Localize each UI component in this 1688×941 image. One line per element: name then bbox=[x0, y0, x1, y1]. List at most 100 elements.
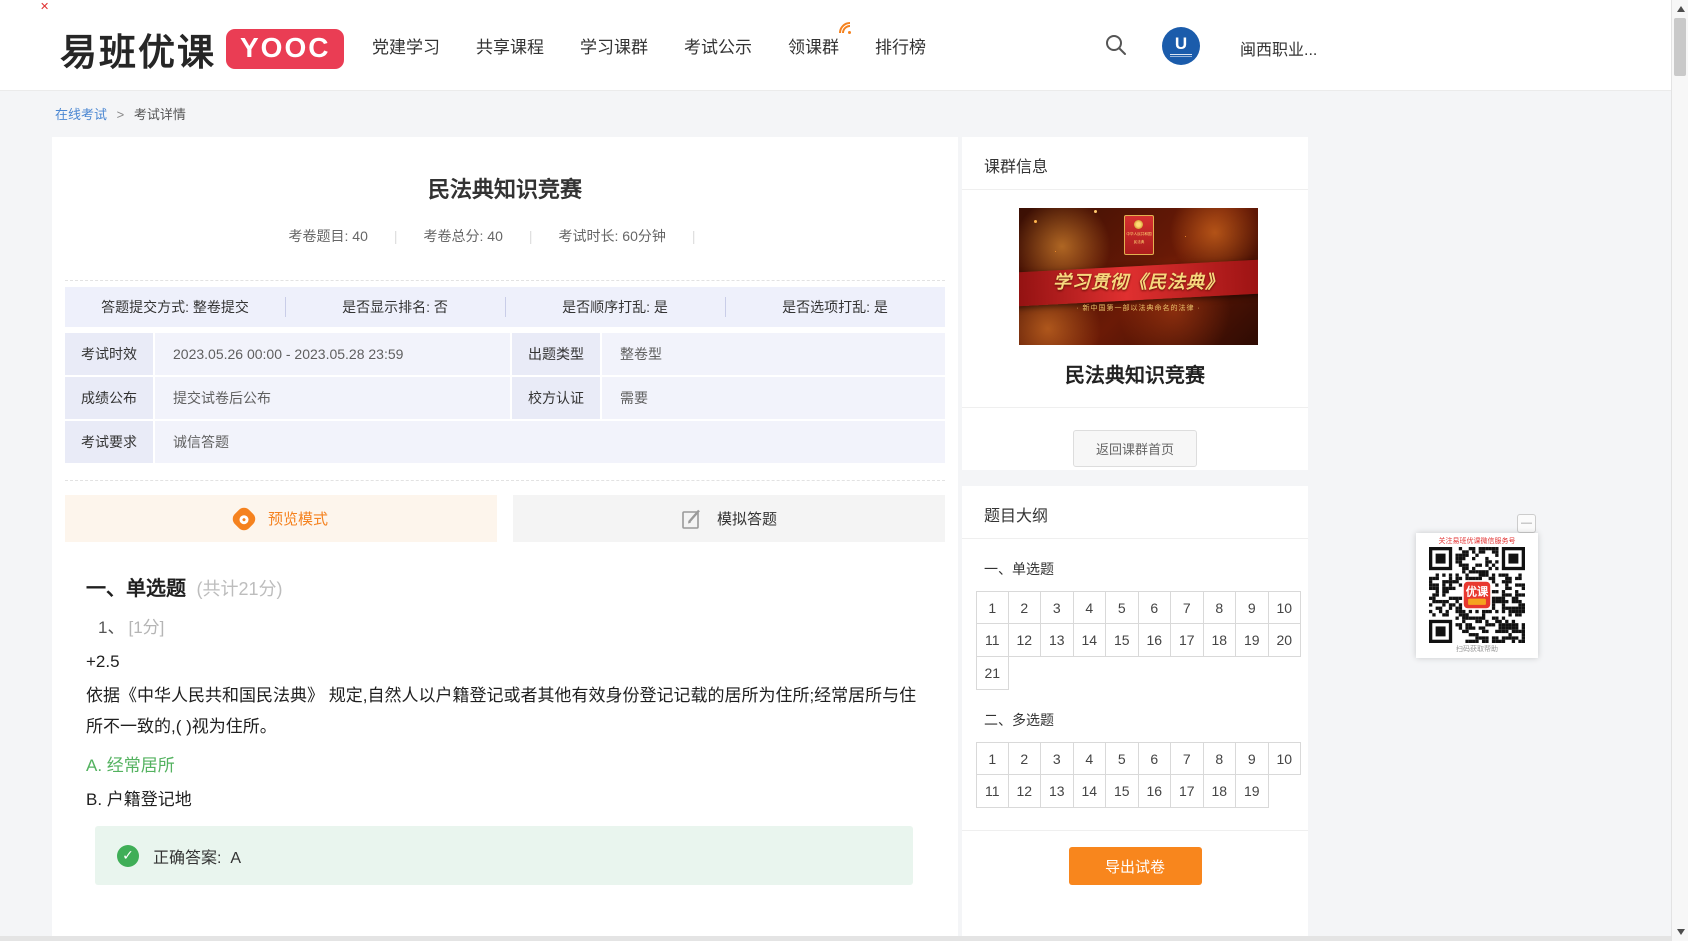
qr-minimize-button[interactable]: — bbox=[1517, 514, 1536, 533]
question-area: 一、单选题 (共计21分) 1、[1分] +2.5 依据《中华人民共和国民法典》… bbox=[52, 542, 958, 885]
question-number-cell[interactable]: 8 bbox=[1204, 591, 1237, 624]
course-cover-image[interactable]: 中华人民共和国 民法典 学习贯彻《民法典》 · 新中国第一部以法典命名的法律 · bbox=[1019, 208, 1258, 345]
exam-detail-card: 民法典知识竞赛 考卷题目: 40|考卷总分: 40|考试时长: 60分钟| 答题… bbox=[52, 137, 958, 941]
info-value: 诚信答题 bbox=[155, 421, 945, 463]
question-number-cell[interactable]: 1 bbox=[976, 591, 1009, 624]
search-icon[interactable] bbox=[1104, 33, 1128, 57]
question-number-cell[interactable]: 5 bbox=[1106, 591, 1139, 624]
exam-stats: 考卷题目: 40|考卷总分: 40|考试时长: 60分钟| bbox=[52, 226, 958, 246]
logo-badge: YOOC bbox=[226, 29, 344, 69]
question-text: 依据《中华人民共和国民法典》 规定,自然人以户籍登记或者其他有效身份登记记载的居… bbox=[86, 680, 922, 742]
eye-icon bbox=[230, 504, 258, 532]
question-number-row: 1、[1分] bbox=[86, 613, 924, 638]
divider bbox=[962, 830, 1308, 831]
nav-item[interactable]: 排行榜 bbox=[875, 33, 926, 58]
question-number-cell[interactable]: 18 bbox=[1204, 775, 1237, 808]
exam-settings-banner: 答题提交方式: 整卷提交是否显示排名: 否是否顺序打乱: 是是否选项打乱: 是 bbox=[65, 287, 945, 327]
logo[interactable]: 易班优课 YOOC bbox=[60, 22, 344, 76]
question-number-cell[interactable]: 16 bbox=[1139, 624, 1172, 657]
nav-item[interactable]: 领课群 bbox=[788, 33, 839, 58]
exam-title: 民法典知识竞赛 bbox=[52, 137, 958, 204]
question-number: 1、 bbox=[98, 618, 124, 637]
question-option[interactable]: A. 经常居所 bbox=[86, 751, 924, 776]
simulate-answer-button[interactable]: 模拟答题 bbox=[513, 495, 945, 542]
preview-mode-label: 预览模式 bbox=[268, 508, 328, 529]
question-score: [1分] bbox=[128, 618, 164, 637]
question-number-cell[interactable]: 6 bbox=[1139, 742, 1172, 775]
mode-buttons: 预览模式 模拟答题 bbox=[65, 495, 945, 542]
question-number-cell[interactable]: 18 bbox=[1204, 624, 1237, 657]
scrollbar-thumb[interactable] bbox=[1674, 18, 1686, 76]
breadcrumb-link[interactable]: 在线考试 bbox=[55, 107, 107, 122]
question-number-cell[interactable]: 13 bbox=[1041, 624, 1074, 657]
breadcrumb-current: 考试详情 bbox=[134, 107, 186, 122]
course-title: 民法典知识竞赛 bbox=[962, 359, 1308, 388]
question-number-cell[interactable]: 16 bbox=[1139, 775, 1172, 808]
setting-item: 是否显示排名: 否 bbox=[285, 287, 505, 327]
emblem-icon bbox=[1134, 220, 1143, 229]
question-number-cell[interactable]: 17 bbox=[1171, 624, 1204, 657]
qr-top-text: 关注易班优课微信服务号 bbox=[1439, 536, 1516, 546]
qr-widget[interactable]: 关注易班优课微信服务号 优课 扫码获取帮助 bbox=[1416, 533, 1538, 658]
nav-item[interactable]: 考试公示 bbox=[684, 33, 752, 58]
question-number-cell[interactable]: 10 bbox=[1269, 742, 1302, 775]
question-number-cell[interactable]: 20 bbox=[1269, 624, 1302, 657]
question-number-cell[interactable]: 19 bbox=[1236, 624, 1269, 657]
question-number-cell[interactable]: 1 bbox=[976, 742, 1009, 775]
question-number-cell[interactable]: 11 bbox=[976, 775, 1009, 808]
check-icon: ✓ bbox=[117, 845, 139, 867]
question-number-cell[interactable]: 14 bbox=[1074, 624, 1107, 657]
question-number-cell[interactable]: 15 bbox=[1106, 775, 1139, 808]
qr-bottom-text: 扫码获取帮助 bbox=[1456, 644, 1498, 654]
question-number-cell[interactable]: 3 bbox=[1041, 742, 1074, 775]
question-number-cell[interactable]: 12 bbox=[1009, 775, 1042, 808]
export-paper-button[interactable]: 导出试卷 bbox=[1069, 847, 1202, 885]
question-number-cell[interactable]: 8 bbox=[1204, 742, 1237, 775]
question-number-cell[interactable]: 9 bbox=[1236, 742, 1269, 775]
question-number-cell[interactable]: 7 bbox=[1171, 591, 1204, 624]
question-number-cell[interactable]: 11 bbox=[976, 624, 1009, 657]
question-option[interactable]: B. 户籍登记地 bbox=[86, 785, 924, 810]
question-number-cell[interactable]: 15 bbox=[1106, 624, 1139, 657]
question-number-cell[interactable]: 5 bbox=[1106, 742, 1139, 775]
question-number-cell[interactable]: 21 bbox=[976, 657, 1009, 690]
back-to-course-button[interactable]: 返回课群首页 bbox=[1073, 430, 1197, 467]
main-nav: 党建学习 共享课程 学习课群 考试公示 领课群 排行榜 bbox=[372, 0, 926, 91]
question-number-cell[interactable]: 7 bbox=[1171, 742, 1204, 775]
question-number-cell[interactable]: 17 bbox=[1171, 775, 1204, 808]
question-number-cell[interactable]: 12 bbox=[1009, 624, 1042, 657]
question-number-cell[interactable]: 13 bbox=[1041, 775, 1074, 808]
pencil-icon bbox=[681, 508, 703, 530]
avatar[interactable]: U bbox=[1162, 27, 1200, 65]
question-number-cell[interactable]: 9 bbox=[1236, 591, 1269, 624]
outline-heading: 题目大纲 bbox=[962, 486, 1308, 539]
preview-mode-button[interactable]: 预览模式 bbox=[65, 495, 497, 542]
stat-separator: | bbox=[529, 228, 533, 244]
question-number-cell[interactable]: 14 bbox=[1074, 775, 1107, 808]
nav-item[interactable]: 学习课群 bbox=[580, 33, 648, 58]
question-number-cell[interactable]: 2 bbox=[1009, 742, 1042, 775]
nav-item[interactable]: 共享课程 bbox=[476, 33, 544, 58]
scrollbar[interactable] bbox=[1671, 0, 1688, 941]
question-number-cell[interactable]: 3 bbox=[1041, 591, 1074, 624]
nav-item[interactable]: 党建学习 bbox=[372, 33, 440, 58]
question-number-cell[interactable]: 19 bbox=[1236, 775, 1269, 808]
setting-item: 是否顺序打乱: 是 bbox=[505, 287, 725, 327]
question-number-cell[interactable]: 4 bbox=[1074, 742, 1107, 775]
outline-group-label: 二、多选题 bbox=[984, 710, 1286, 730]
question-number-cell[interactable]: 6 bbox=[1139, 591, 1172, 624]
scroll-up-arrow[interactable] bbox=[1672, 1, 1688, 17]
exam-stat: 考试时长: 60分钟 bbox=[559, 228, 666, 244]
civil-code-book: 中华人民共和国 民法典 bbox=[1124, 215, 1154, 255]
question-number-cell[interactable]: 2 bbox=[1009, 591, 1042, 624]
user-name[interactable]: 闽西职业... bbox=[1240, 36, 1317, 60]
question-number-cell[interactable]: 4 bbox=[1074, 591, 1107, 624]
question-number-cell[interactable]: 10 bbox=[1269, 591, 1302, 624]
options-list: A. 经常居所 B. 户籍登记地 bbox=[86, 751, 924, 810]
book-line: 中华人民共和国 bbox=[1126, 231, 1151, 236]
scroll-down-arrow[interactable] bbox=[1672, 924, 1688, 940]
breadcrumb-separator: > bbox=[117, 107, 125, 122]
question-number-grid: 12345678910 11121314151617181920 21 bbox=[976, 591, 1303, 690]
question-number-grid: 12345678910 111213141516171819 bbox=[976, 742, 1303, 808]
qr-code: 优课 bbox=[1429, 547, 1525, 643]
